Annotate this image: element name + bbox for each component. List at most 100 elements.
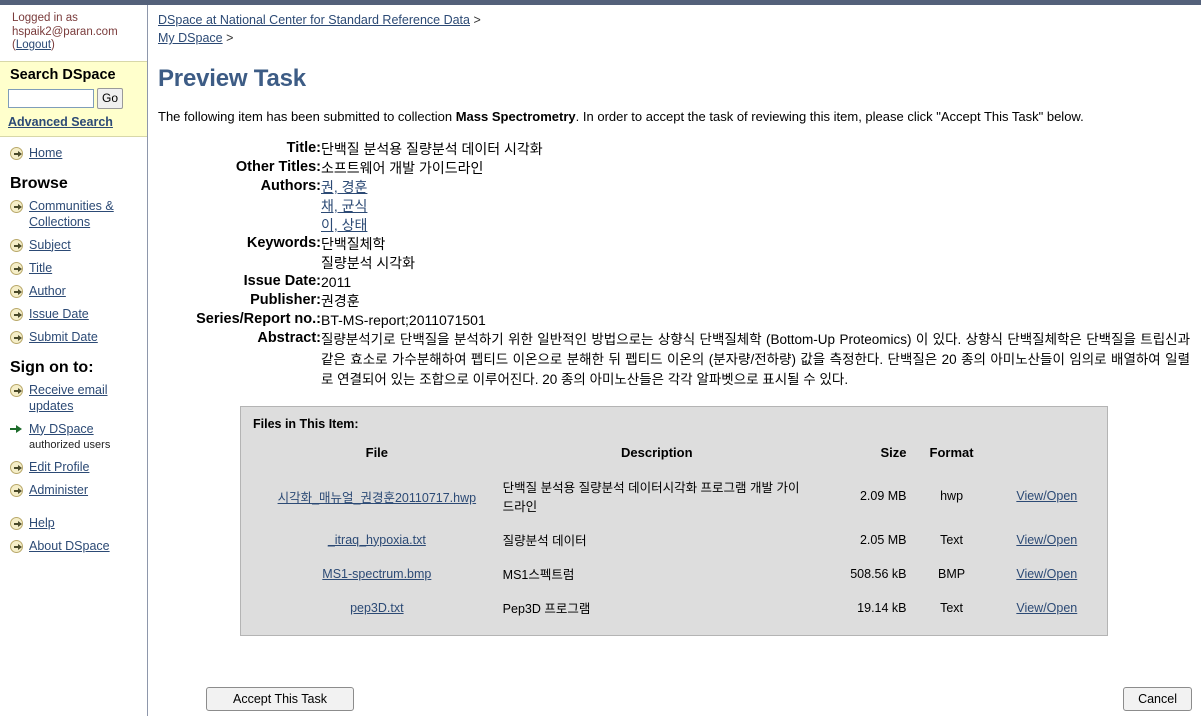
author-link[interactable]: 권, 경훈 bbox=[321, 178, 1196, 197]
file-link[interactable]: MS1-spectrum.bmp bbox=[322, 567, 431, 581]
file-description-cell: 단백질 분석용 질량분석 데이터시각화 프로그램 개발 가이드라인 bbox=[502, 481, 800, 514]
search-go-button[interactable]: Go bbox=[97, 87, 124, 109]
metadata-row-keywords: Keywords: 단백질체학 질량분석 시각화 bbox=[156, 235, 1196, 273]
file-description-cell: Pep3D 프로그램 bbox=[502, 602, 591, 616]
file-link[interactable]: pep3D.txt bbox=[350, 601, 404, 615]
view-open-link[interactable]: View/Open bbox=[1016, 567, 1077, 581]
column-header-view bbox=[997, 441, 1097, 470]
metadata-row-title: Title: 단백질 분석용 질량분석 데이터 시각화 bbox=[156, 140, 1196, 159]
sidebar-item-title[interactable]: Title bbox=[10, 260, 143, 276]
arrow-bullet-icon bbox=[10, 483, 23, 497]
file-view-cell: View/Open bbox=[997, 523, 1097, 557]
sidebar-item-label[interactable]: Title bbox=[29, 260, 52, 276]
search-panel: Search DSpace Go Advanced Search bbox=[0, 60, 147, 137]
arrow-bullet-icon bbox=[10, 146, 23, 160]
file-view-cell: View/Open bbox=[997, 470, 1097, 523]
breadcrumb-home-link[interactable]: DSpace at National Center for Standard R… bbox=[158, 13, 470, 27]
metadata-value-issue-date: 2011 bbox=[321, 274, 352, 290]
sidebar-item-home[interactable]: Home bbox=[10, 145, 143, 161]
table-row: 시각화_매뉴얼_권경훈20110717.hwp 단백질 분석용 질량분석 데이터… bbox=[251, 470, 1097, 523]
column-header-description: Description bbox=[621, 445, 693, 460]
metadata-label: Authors: bbox=[260, 178, 321, 194]
cancel-button[interactable]: Cancel bbox=[1123, 687, 1192, 711]
file-name-cell: 시각화_매뉴얼_권경훈20110717.hwp bbox=[251, 470, 503, 523]
advanced-search-link[interactable]: Advanced Search bbox=[8, 115, 141, 129]
sidebar-item-label[interactable]: Edit Profile bbox=[29, 459, 89, 475]
metadata-row-issue-date: Issue Date: 2011 bbox=[156, 273, 1196, 292]
file-description-cell: 질량분석 데이터 bbox=[502, 534, 587, 548]
sidebar-item-receive-email-updates[interactable]: Receive email updates bbox=[10, 382, 143, 414]
sidebar-item-label[interactable]: Administer bbox=[29, 482, 88, 498]
file-link[interactable]: 시각화_매뉴얼_권경훈20110717.hwp bbox=[278, 491, 477, 505]
sidebar-item-label[interactable]: Issue Date bbox=[29, 306, 89, 322]
intro-text-1: The following item has been submitted to… bbox=[158, 109, 456, 124]
sidebar-item-communities-collections[interactable]: Communities & Collections bbox=[10, 198, 143, 230]
sidebar-item-author[interactable]: Author bbox=[10, 283, 143, 299]
metadata-label: Keywords: bbox=[246, 235, 321, 251]
intro-paragraph: The following item has been submitted to… bbox=[158, 107, 1160, 126]
sidebar-item-help[interactable]: Help bbox=[10, 515, 143, 531]
breadcrumb-mydspace-link[interactable]: My DSpace bbox=[158, 31, 223, 45]
accept-task-button[interactable]: Accept This Task bbox=[206, 687, 354, 711]
view-open-link[interactable]: View/Open bbox=[1016, 601, 1077, 615]
author-link[interactable]: 이, 상태 bbox=[321, 216, 1196, 235]
breadcrumb-separator: > bbox=[473, 13, 481, 27]
sidebar-item-my-dspace[interactable]: My DSpace bbox=[10, 421, 143, 437]
sidebar-item-subject[interactable]: Subject bbox=[10, 237, 143, 253]
file-view-cell: View/Open bbox=[997, 557, 1097, 591]
file-size-cell: 19.14 kB bbox=[857, 600, 907, 615]
author-link[interactable]: 채, 균식 bbox=[321, 197, 1196, 216]
view-open-link[interactable]: View/Open bbox=[1016, 533, 1077, 547]
arrow-bullet-icon bbox=[10, 199, 23, 213]
table-row: _itraq_hypoxia.txt 질량분석 데이터 2.05 MB Text… bbox=[251, 523, 1097, 557]
sidebar-item-label[interactable]: Home bbox=[29, 145, 62, 161]
arrow-bullet-icon bbox=[10, 307, 23, 321]
signon-heading: Sign on to: bbox=[10, 358, 94, 376]
file-name-cell: _itraq_hypoxia.txt bbox=[251, 523, 503, 557]
logged-in-prefix: Logged in as bbox=[12, 12, 78, 24]
file-name-cell: MS1-spectrum.bmp bbox=[251, 557, 503, 591]
arrow-bullet-icon bbox=[10, 383, 23, 397]
green-arrow-icon bbox=[10, 423, 23, 436]
arrow-bullet-icon bbox=[10, 330, 23, 344]
files-panel-heading: Files in This Item: bbox=[253, 417, 359, 431]
sidebar-item-administer[interactable]: Administer bbox=[10, 482, 143, 498]
sidebar-item-label[interactable]: Author bbox=[29, 283, 66, 299]
sidebar-item-label[interactable]: Submit Date bbox=[29, 329, 98, 345]
sidebar-item-about-dspace[interactable]: About DSpace bbox=[10, 538, 143, 554]
keyword-item: 단백질체학 bbox=[321, 236, 386, 252]
metadata-row-series: Series/Report no.: BT-MS-report;20110715… bbox=[156, 311, 1196, 330]
metadata-label: Other Titles: bbox=[235, 159, 321, 175]
search-heading: Search DSpace bbox=[10, 66, 116, 83]
sidebar-item-label[interactable]: Receive email updates bbox=[29, 382, 143, 414]
sidebar-nav: Home Browse Communities & Collections Su… bbox=[0, 137, 147, 554]
sidebar-item-label[interactable]: Subject bbox=[29, 237, 71, 253]
column-header-size: Size bbox=[880, 445, 907, 460]
logout-link[interactable]: Logout bbox=[16, 39, 51, 51]
sidebar-item-edit-profile[interactable]: Edit Profile bbox=[10, 459, 143, 475]
page-container: Logged in as hspaik2@paran.com (Logout) … bbox=[0, 5, 1201, 716]
files-table: File Description Size Format 시각화_매뉴얼_권경훈… bbox=[251, 441, 1097, 625]
search-row: Go bbox=[8, 87, 141, 109]
sidebar-item-submit-date[interactable]: Submit Date bbox=[10, 329, 143, 345]
sidebar-item-issue-date[interactable]: Issue Date bbox=[10, 306, 143, 322]
search-input[interactable] bbox=[8, 88, 94, 108]
metadata-value-other-titles: 소프트웨어 개발 가이드라인 bbox=[321, 160, 484, 176]
sidebar-item-label[interactable]: About DSpace bbox=[29, 538, 110, 554]
sidebar-item-label[interactable]: Help bbox=[29, 515, 55, 531]
sidebar-item-label[interactable]: My DSpace bbox=[29, 421, 94, 437]
page-title: Preview Task bbox=[158, 65, 306, 92]
arrow-bullet-icon bbox=[10, 238, 23, 252]
arrow-bullet-icon bbox=[10, 539, 23, 553]
sidebar-item-label[interactable]: Communities & Collections bbox=[29, 198, 143, 230]
logged-in-status: Logged in as hspaik2@paran.com (Logout) bbox=[0, 5, 147, 59]
view-open-link[interactable]: View/Open bbox=[1016, 489, 1077, 503]
arrow-bullet-icon bbox=[10, 460, 23, 474]
metadata-row-authors: Authors: 권, 경훈 채, 균식 이, 상태 bbox=[156, 178, 1196, 235]
file-format-cell: Text bbox=[940, 532, 964, 547]
logout-close-paren: ) bbox=[51, 39, 55, 51]
file-link[interactable]: _itraq_hypoxia.txt bbox=[328, 533, 426, 547]
file-size-cell: 508.56 kB bbox=[850, 566, 907, 581]
metadata-label: Title: bbox=[286, 140, 321, 156]
browse-heading: Browse bbox=[10, 174, 68, 192]
